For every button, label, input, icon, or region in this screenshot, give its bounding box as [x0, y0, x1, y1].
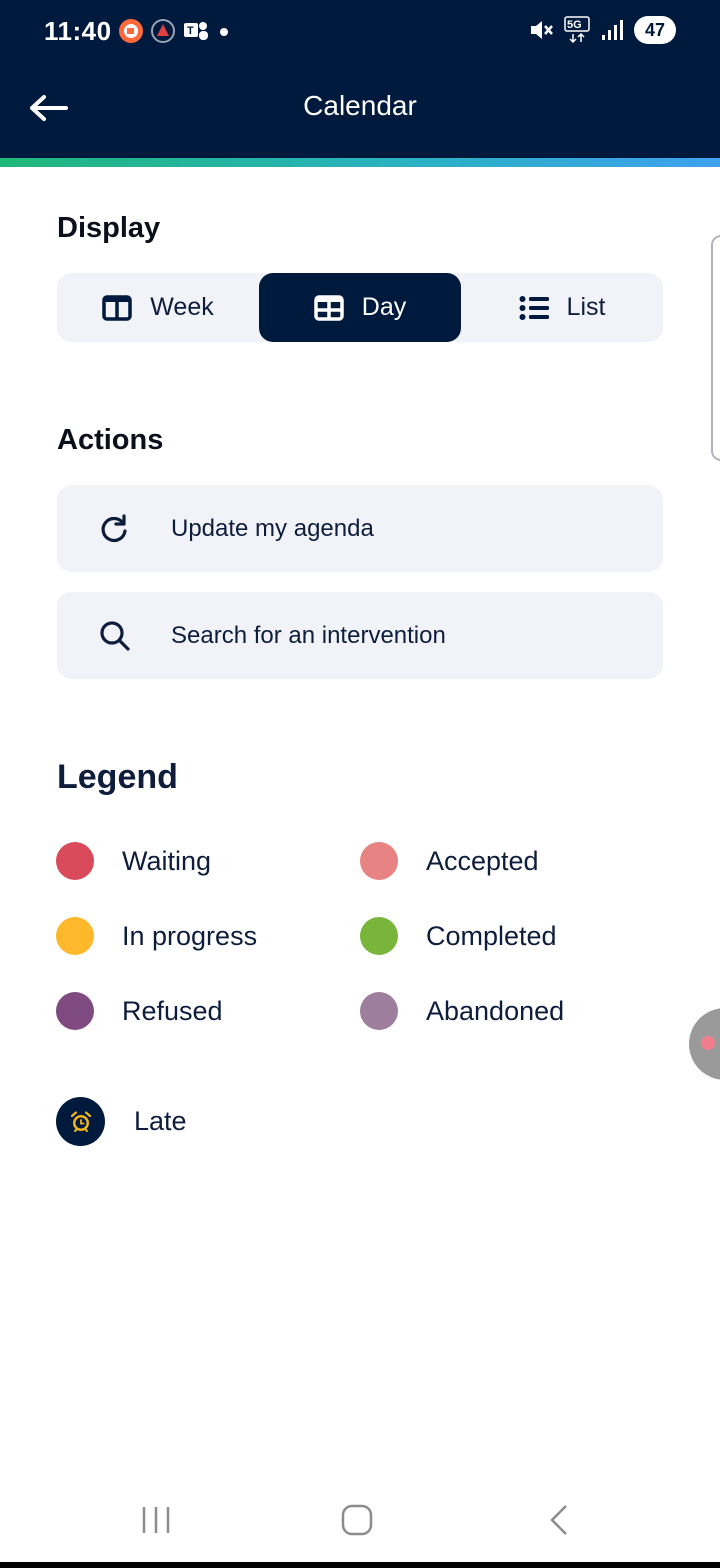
- app-header: 11:40 T 5G 47 Calendar: [0, 0, 720, 160]
- actions-section-title: Actions: [57, 424, 164, 456]
- grid-icon: [314, 294, 344, 321]
- mute-icon: [531, 21, 553, 39]
- display-option-day[interactable]: Day: [259, 273, 461, 342]
- status-time: 11:40: [44, 16, 112, 46]
- legend-item-accepted: Accepted: [360, 842, 539, 880]
- display-section-title: Display: [57, 212, 161, 244]
- status-color-dot: [360, 992, 398, 1030]
- action-label: Update my agenda: [171, 514, 374, 542]
- home-icon: [341, 1504, 373, 1536]
- home-button[interactable]: [327, 1500, 387, 1540]
- legend-label: Completed: [426, 920, 557, 951]
- floating-recorder-bubble[interactable]: [689, 1008, 720, 1080]
- legend-item-in-progress: In progress: [56, 917, 257, 955]
- display-option-label: List: [566, 293, 606, 321]
- edge-panel-handle[interactable]: [711, 235, 720, 461]
- legend-label: In progress: [122, 920, 258, 951]
- status-color-dot: [56, 992, 94, 1030]
- bottom-edge: [0, 1562, 720, 1568]
- list-icon: [519, 295, 549, 320]
- recorder-notification-icon: [119, 19, 143, 43]
- header-accent-bar: [0, 158, 720, 167]
- display-option-week[interactable]: Week: [57, 273, 259, 342]
- status-bar: 11:40 T 5G 47: [0, 0, 720, 64]
- recent-apps-button[interactable]: [126, 1500, 186, 1540]
- record-indicator-icon: [701, 1036, 715, 1050]
- battery-indicator: 47: [634, 16, 676, 44]
- legend-label: Accepted: [426, 845, 539, 876]
- legend-label: Waiting: [122, 845, 212, 876]
- recent-apps-icon: [142, 1507, 170, 1533]
- legend-item-abandoned: Abandoned: [360, 992, 564, 1030]
- legend-item-late: Late: [56, 1097, 187, 1146]
- screen: 11:40 T 5G 47 Calendar Display Week Day …: [0, 0, 720, 1568]
- page-title: Calendar: [303, 90, 417, 121]
- more-notifications-icon: [220, 28, 228, 36]
- update-agenda-button[interactable]: Update my agenda: [57, 485, 663, 572]
- legend-item-completed: Completed: [360, 917, 557, 955]
- display-option-list[interactable]: List: [461, 273, 663, 342]
- late-badge: [56, 1097, 105, 1146]
- system-status-icons: 5G 47: [528, 16, 676, 44]
- refresh-icon: [101, 513, 127, 542]
- svg-text:5G: 5G: [567, 19, 582, 31]
- display-mode-selector: Week Day List: [57, 273, 663, 342]
- alert-notification-icon: [151, 19, 175, 43]
- system-navigation-bar: [0, 1478, 720, 1562]
- legend-label: Abandoned: [426, 995, 565, 1026]
- status-color-dot: [360, 917, 398, 955]
- status-color-dot: [56, 842, 94, 880]
- status-color-dot: [360, 842, 398, 880]
- legend-section-title: Legend: [57, 758, 178, 796]
- signal-icon: [602, 20, 623, 40]
- system-back-button[interactable]: [529, 1500, 589, 1540]
- search-icon: [100, 620, 130, 651]
- legend-item-refused: Refused: [56, 992, 223, 1030]
- columns-icon: [102, 294, 133, 321]
- svg-text:T: T: [187, 25, 194, 37]
- chevron-left-icon: [550, 1505, 567, 1535]
- legend-label: Late: [134, 1106, 187, 1136]
- action-label: Search for an intervention: [171, 621, 446, 649]
- legend-label: Refused: [122, 995, 223, 1026]
- notification-icons: T: [118, 18, 232, 44]
- teams-notification-icon: T: [184, 22, 208, 40]
- network-5g-icon: 5G: [564, 16, 590, 44]
- display-option-label: Week: [150, 293, 214, 321]
- alarm-clock-icon: [70, 1110, 91, 1132]
- search-intervention-button[interactable]: Search for an intervention: [57, 592, 663, 679]
- legend-item-waiting: Waiting: [56, 842, 211, 880]
- status-color-dot: [56, 917, 94, 955]
- nav-bar: Calendar: [0, 64, 720, 160]
- display-option-label: Day: [361, 293, 407, 321]
